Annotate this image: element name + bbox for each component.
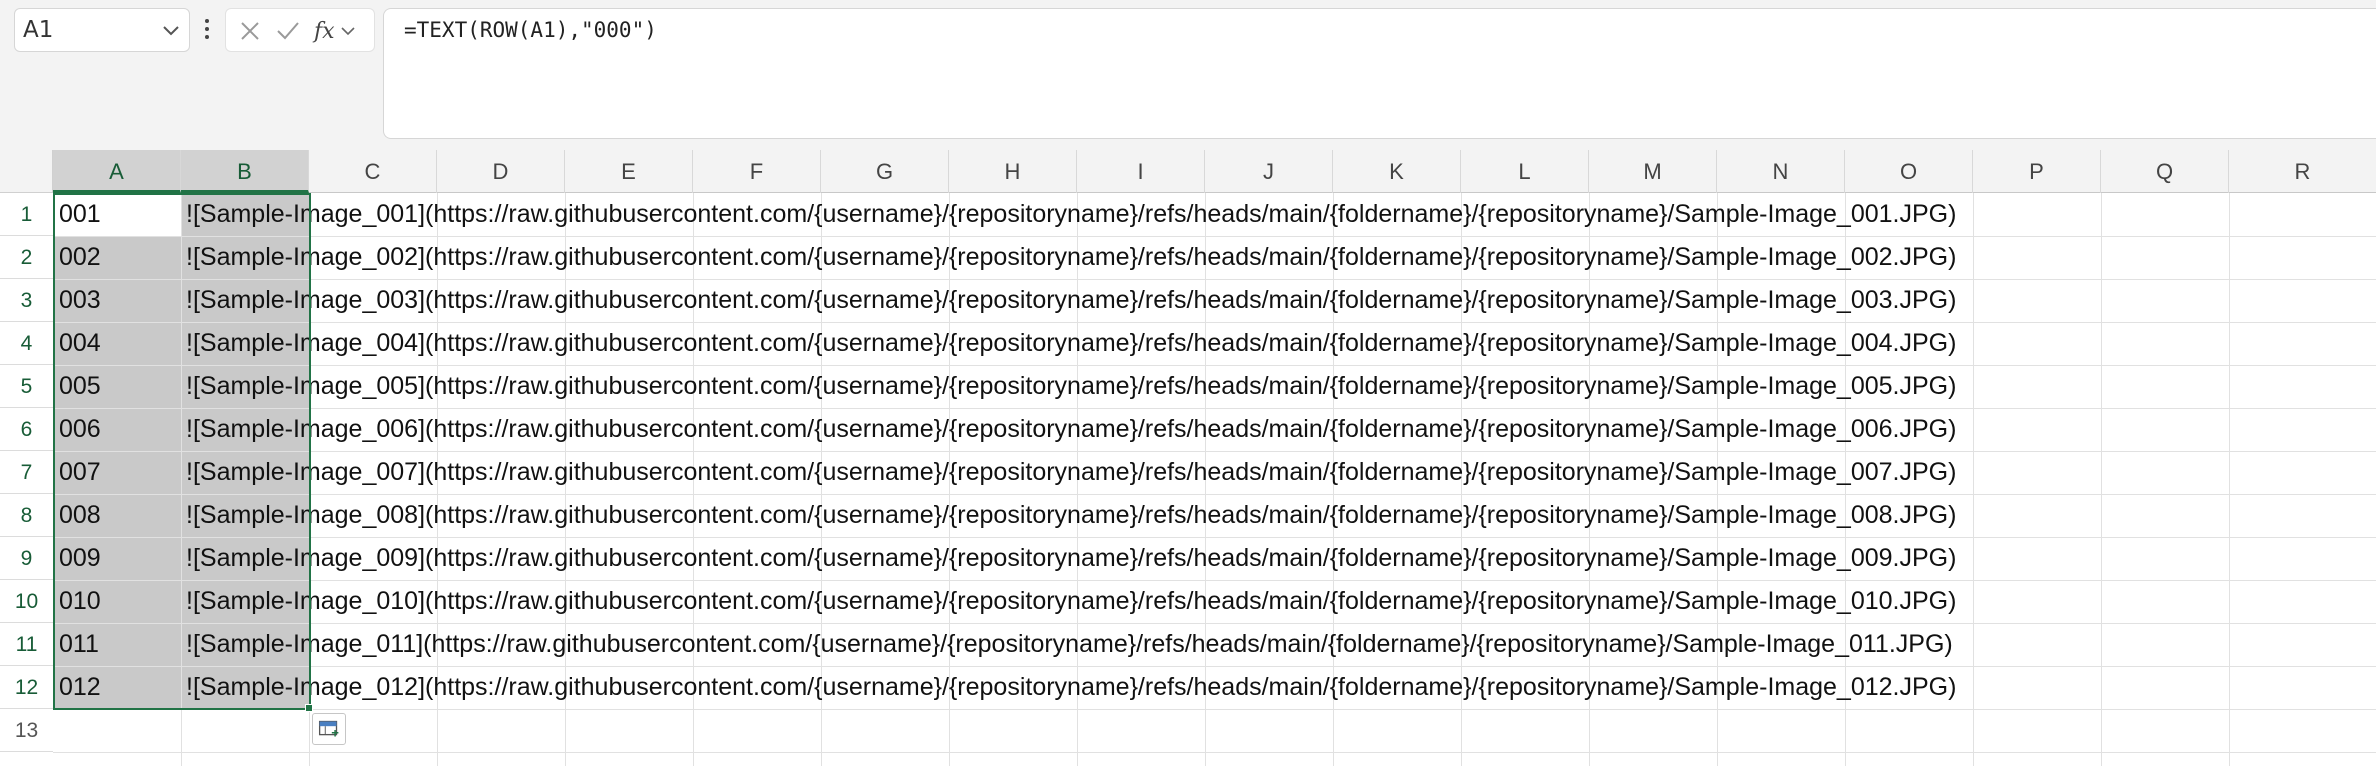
cell-a11[interactable]: 011: [59, 623, 99, 666]
cell-a4[interactable]: 004: [59, 322, 101, 365]
gridline: [53, 752, 2376, 753]
cell-a12[interactable]: 012: [59, 666, 101, 709]
table-row: 007 ![Sample-Image_007](https://raw.gith…: [53, 451, 2376, 494]
column-header-r[interactable]: R: [2229, 150, 2376, 193]
row-header-5[interactable]: 5: [0, 365, 53, 408]
table-row: 002 ![Sample-Image_002](https://raw.gith…: [53, 236, 2376, 279]
row-header-3[interactable]: 3: [0, 279, 53, 322]
row-header-2[interactable]: 2: [0, 236, 53, 279]
column-header-o[interactable]: O: [1845, 150, 1973, 193]
cell-a9[interactable]: 009: [59, 537, 101, 580]
column-header-a[interactable]: A: [53, 150, 181, 193]
cell-b9[interactable]: ![Sample-Image_009](https://raw.githubus…: [186, 537, 1956, 580]
table-row: 010 ![Sample-Image_010](https://raw.gith…: [53, 580, 2376, 623]
name-box-value: A1: [23, 17, 54, 43]
cell-a5[interactable]: 005: [59, 365, 101, 408]
formula-bar-area: A1 fx =TEXT(ROW(A1),"000"): [0, 0, 2376, 150]
name-box[interactable]: A1: [14, 8, 190, 52]
table-row: 011 ![Sample-Image_011](https://raw.gith…: [53, 623, 2376, 666]
table-row: 012 ![Sample-Image_012](https://raw.gith…: [53, 666, 2376, 709]
more-vertical-icon[interactable]: [203, 16, 211, 42]
row-header-10[interactable]: 10: [0, 580, 53, 623]
quick-analysis-icon: [318, 720, 339, 737]
fill-handle[interactable]: [305, 704, 313, 712]
formula-text: =TEXT(ROW(A1),"000"): [404, 18, 657, 42]
cell-b3[interactable]: ![Sample-Image_003](https://raw.githubus…: [186, 279, 1956, 322]
cell-a8[interactable]: 008: [59, 494, 101, 537]
column-header-b[interactable]: B: [181, 150, 309, 193]
enter-icon[interactable]: [274, 17, 302, 45]
cell-b4[interactable]: ![Sample-Image_004](https://raw.githubus…: [186, 322, 1956, 365]
cell-a6[interactable]: 006: [59, 408, 101, 451]
cell-area[interactable]: 001 ![Sample-Image_001](https://raw.gith…: [53, 193, 2376, 766]
table-row: 008 ![Sample-Image_008](https://raw.gith…: [53, 494, 2376, 537]
column-header-h[interactable]: H: [949, 150, 1077, 193]
table-row: 009 ![Sample-Image_009](https://raw.gith…: [53, 537, 2376, 580]
table-row: 005 ![Sample-Image_005](https://raw.gith…: [53, 365, 2376, 408]
cell-b12[interactable]: ![Sample-Image_012](https://raw.githubus…: [186, 666, 1956, 709]
cell-b1[interactable]: ![Sample-Image_001](https://raw.githubus…: [186, 193, 1956, 236]
column-header-q[interactable]: Q: [2101, 150, 2229, 193]
column-header-p[interactable]: P: [1973, 150, 2101, 193]
table-row: [53, 709, 2376, 752]
cell-a1[interactable]: 001: [59, 193, 101, 236]
cell-b2[interactable]: ![Sample-Image_002](https://raw.githubus…: [186, 236, 1956, 279]
column-header-i[interactable]: I: [1077, 150, 1205, 193]
column-header-j[interactable]: J: [1205, 150, 1333, 193]
cell-b10[interactable]: ![Sample-Image_010](https://raw.githubus…: [186, 580, 1956, 623]
table-row: 003 ![Sample-Image_003](https://raw.gith…: [53, 279, 2376, 322]
row-header-1[interactable]: 1: [0, 193, 53, 236]
column-headers: A B C D E F G H I J K L M N O P Q R: [53, 150, 2376, 193]
cell-b7[interactable]: ![Sample-Image_007](https://raw.githubus…: [186, 451, 1956, 494]
select-all-button[interactable]: [0, 150, 53, 193]
cell-b11[interactable]: ![Sample-Image_011](https://raw.githubus…: [186, 623, 1953, 666]
column-header-e[interactable]: E: [565, 150, 693, 193]
row-header-7[interactable]: 7: [0, 451, 53, 494]
cell-b6[interactable]: ![Sample-Image_006](https://raw.githubus…: [186, 408, 1956, 451]
column-header-m[interactable]: M: [1589, 150, 1717, 193]
column-header-l[interactable]: L: [1461, 150, 1589, 193]
cell-a10[interactable]: 010: [59, 580, 101, 623]
insert-function-icon[interactable]: fx: [312, 17, 360, 45]
column-header-k[interactable]: K: [1333, 150, 1461, 193]
column-header-n[interactable]: N: [1717, 150, 1845, 193]
table-row: 004 ![Sample-Image_004](https://raw.gith…: [53, 322, 2376, 365]
quick-analysis-button[interactable]: [312, 713, 346, 745]
table-row: 001 ![Sample-Image_001](https://raw.gith…: [53, 193, 2376, 236]
cell-a7[interactable]: 007: [59, 451, 101, 494]
cell-a2[interactable]: 002: [59, 236, 101, 279]
table-row: 006 ![Sample-Image_006](https://raw.gith…: [53, 408, 2376, 451]
chevron-down-icon[interactable]: [161, 17, 181, 43]
svg-text:fx: fx: [312, 19, 335, 44]
row-header-11[interactable]: 11: [0, 623, 53, 666]
row-header-12[interactable]: 12: [0, 666, 53, 709]
formula-input[interactable]: =TEXT(ROW(A1),"000"): [383, 8, 2376, 139]
cancel-icon[interactable]: [236, 17, 264, 45]
row-header-6[interactable]: 6: [0, 408, 53, 451]
row-header-4[interactable]: 4: [0, 322, 53, 365]
column-header-g[interactable]: G: [821, 150, 949, 193]
cell-a3[interactable]: 003: [59, 279, 101, 322]
cell-b8[interactable]: ![Sample-Image_008](https://raw.githubus…: [186, 494, 1956, 537]
row-header-13[interactable]: 13: [0, 709, 53, 752]
column-header-f[interactable]: F: [693, 150, 821, 193]
column-header-d[interactable]: D: [437, 150, 565, 193]
column-header-c[interactable]: C: [309, 150, 437, 193]
row-header-8[interactable]: 8: [0, 494, 53, 537]
cell-b5[interactable]: ![Sample-Image_005](https://raw.githubus…: [186, 365, 1956, 408]
row-header-9[interactable]: 9: [0, 537, 53, 580]
formula-buttons: fx: [225, 8, 375, 52]
